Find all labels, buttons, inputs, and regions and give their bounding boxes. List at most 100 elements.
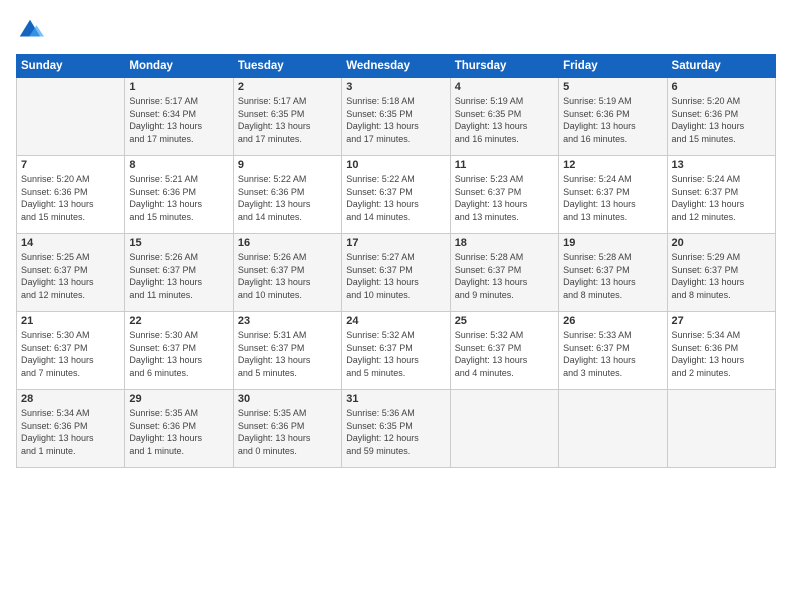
calendar-cell [17, 78, 125, 156]
weekday-header-cell: Tuesday [233, 55, 341, 78]
day-detail: Sunrise: 5:22 AM Sunset: 6:37 PM Dayligh… [346, 173, 445, 223]
day-number: 23 [238, 315, 337, 327]
calendar-cell: 29Sunrise: 5:35 AM Sunset: 6:36 PM Dayli… [125, 390, 233, 468]
calendar-week-row: 21 Sunrise: 5:30 AM Sunset: 6:37 PM Dayli… [17, 312, 776, 390]
calendar-cell: 5 Sunrise: 5:19 AM Sunset: 6:36 PM Daylig… [559, 78, 667, 156]
day-detail: Sunrise: 5:31 AM Sunset: 6:37 PM Dayligh… [238, 329, 337, 379]
day-detail: Sunrise: 5:32 AM Sunset: 6:37 PM Dayligh… [455, 329, 554, 379]
day-number: 13 [672, 159, 771, 171]
day-detail: Sunrise: 5:35 AM Sunset: 6:36 PM Dayligh… [238, 407, 337, 457]
day-number: 28 [21, 393, 120, 405]
day-detail: Sunrise: 5:34 AM Sunset: 6:36 PM Dayligh… [672, 329, 771, 379]
day-number: 18 [455, 237, 554, 249]
day-number: 24 [346, 315, 445, 327]
calendar-cell: 13Sunrise: 5:24 AM Sunset: 6:37 PM Dayli… [667, 156, 775, 234]
day-detail: Sunrise: 5:28 AM Sunset: 6:37 PM Dayligh… [455, 251, 554, 301]
day-detail: Sunrise: 5:30 AM Sunset: 6:37 PM Dayligh… [129, 329, 228, 379]
calendar-cell: 7 Sunrise: 5:20 AM Sunset: 6:36 PM Daylig… [17, 156, 125, 234]
day-detail: Sunrise: 5:18 AM Sunset: 6:35 PM Dayligh… [346, 95, 445, 145]
calendar-cell: 2Sunrise: 5:17 AM Sunset: 6:35 PM Daylig… [233, 78, 341, 156]
day-number: 3 [346, 81, 445, 93]
calendar-cell [559, 390, 667, 468]
day-detail: Sunrise: 5:34 AM Sunset: 6:36 PM Dayligh… [21, 407, 120, 457]
weekday-header-cell: Wednesday [342, 55, 450, 78]
day-number: 4 [455, 81, 554, 93]
day-detail: Sunrise: 5:32 AM Sunset: 6:37 PM Dayligh… [346, 329, 445, 379]
day-number: 26 [563, 315, 662, 327]
calendar-page: SundayMondayTuesdayWednesdayThursdayFrid… [0, 0, 792, 612]
calendar-cell [667, 390, 775, 468]
day-number: 14 [21, 237, 120, 249]
calendar-cell: 11 Sunrise: 5:23 AM Sunset: 6:37 PM Dayli… [450, 156, 558, 234]
day-detail: Sunrise: 5:20 AM Sunset: 6:36 PM Dayligh… [21, 173, 120, 223]
day-detail: Sunrise: 5:36 AM Sunset: 6:35 PM Dayligh… [346, 407, 445, 457]
weekday-header-cell: Monday [125, 55, 233, 78]
logo-icon [16, 16, 44, 44]
calendar-cell: 19 Sunrise: 5:28 AM Sunset: 6:37 PM Dayli… [559, 234, 667, 312]
day-number: 20 [672, 237, 771, 249]
calendar-cell: 6 Sunrise: 5:20 AM Sunset: 6:36 PM Daylig… [667, 78, 775, 156]
calendar-week-row: 14 Sunrise: 5:25 AM Sunset: 6:37 PM Dayli… [17, 234, 776, 312]
day-detail: Sunrise: 5:21 AM Sunset: 6:36 PM Dayligh… [129, 173, 228, 223]
day-number: 15 [129, 237, 228, 249]
calendar-cell: 21 Sunrise: 5:30 AM Sunset: 6:37 PM Dayli… [17, 312, 125, 390]
calendar-week-row: 28 Sunrise: 5:34 AM Sunset: 6:36 PM Dayli… [17, 390, 776, 468]
calendar-cell: 24 Sunrise: 5:32 AM Sunset: 6:37 PM Dayli… [342, 312, 450, 390]
weekday-header-cell: Friday [559, 55, 667, 78]
calendar-cell: 9 Sunrise: 5:22 AM Sunset: 6:36 PM Daylig… [233, 156, 341, 234]
weekday-header-row: SundayMondayTuesdayWednesdayThursdayFrid… [17, 55, 776, 78]
day-number: 27 [672, 315, 771, 327]
day-number: 7 [21, 159, 120, 171]
day-detail: Sunrise: 5:17 AM Sunset: 6:35 PM Dayligh… [238, 95, 337, 145]
day-detail: Sunrise: 5:26 AM Sunset: 6:37 PM Dayligh… [238, 251, 337, 301]
calendar-cell [450, 390, 558, 468]
calendar-cell: 30 Sunrise: 5:35 AM Sunset: 6:36 PM Dayli… [233, 390, 341, 468]
calendar-cell: 3 Sunrise: 5:18 AM Sunset: 6:35 PM Daylig… [342, 78, 450, 156]
day-detail: Sunrise: 5:30 AM Sunset: 6:37 PM Dayligh… [21, 329, 120, 379]
day-detail: Sunrise: 5:17 AM Sunset: 6:34 PM Dayligh… [129, 95, 228, 145]
day-detail: Sunrise: 5:19 AM Sunset: 6:36 PM Dayligh… [563, 95, 662, 145]
weekday-header-cell: Thursday [450, 55, 558, 78]
day-number: 29 [129, 393, 228, 405]
day-number: 31 [346, 393, 445, 405]
day-number: 6 [672, 81, 771, 93]
day-number: 8 [129, 159, 228, 171]
calendar-cell: 22Sunrise: 5:30 AM Sunset: 6:37 PM Dayli… [125, 312, 233, 390]
calendar-cell: 1 Sunrise: 5:17 AM Sunset: 6:34 PM Daylig… [125, 78, 233, 156]
day-detail: Sunrise: 5:27 AM Sunset: 6:37 PM Dayligh… [346, 251, 445, 301]
day-number: 5 [563, 81, 662, 93]
day-number: 19 [563, 237, 662, 249]
day-number: 9 [238, 159, 337, 171]
calendar-cell: 8 Sunrise: 5:21 AM Sunset: 6:36 PM Daylig… [125, 156, 233, 234]
day-number: 11 [455, 159, 554, 171]
calendar-cell: 28 Sunrise: 5:34 AM Sunset: 6:36 PM Dayli… [17, 390, 125, 468]
day-detail: Sunrise: 5:28 AM Sunset: 6:37 PM Dayligh… [563, 251, 662, 301]
day-number: 12 [563, 159, 662, 171]
calendar-week-row: 7 Sunrise: 5:20 AM Sunset: 6:36 PM Daylig… [17, 156, 776, 234]
day-detail: Sunrise: 5:24 AM Sunset: 6:37 PM Dayligh… [563, 173, 662, 223]
calendar-cell: 16Sunrise: 5:26 AM Sunset: 6:37 PM Dayli… [233, 234, 341, 312]
day-detail: Sunrise: 5:20 AM Sunset: 6:36 PM Dayligh… [672, 95, 771, 145]
day-number: 17 [346, 237, 445, 249]
calendar-cell: 31 Sunrise: 5:36 AM Sunset: 6:35 PM Dayli… [342, 390, 450, 468]
day-number: 21 [21, 315, 120, 327]
calendar-cell: 20Sunrise: 5:29 AM Sunset: 6:37 PM Dayli… [667, 234, 775, 312]
day-number: 1 [129, 81, 228, 93]
calendar-cell: 23 Sunrise: 5:31 AM Sunset: 6:37 PM Dayli… [233, 312, 341, 390]
weekday-header-cell: Sunday [17, 55, 125, 78]
calendar-cell: 12 Sunrise: 5:24 AM Sunset: 6:37 PM Dayli… [559, 156, 667, 234]
day-detail: Sunrise: 5:26 AM Sunset: 6:37 PM Dayligh… [129, 251, 228, 301]
day-number: 30 [238, 393, 337, 405]
day-detail: Sunrise: 5:23 AM Sunset: 6:37 PM Dayligh… [455, 173, 554, 223]
calendar-cell: 4Sunrise: 5:19 AM Sunset: 6:35 PM Daylig… [450, 78, 558, 156]
calendar-cell: 10Sunrise: 5:22 AM Sunset: 6:37 PM Dayli… [342, 156, 450, 234]
day-number: 25 [455, 315, 554, 327]
day-detail: Sunrise: 5:22 AM Sunset: 6:36 PM Dayligh… [238, 173, 337, 223]
day-detail: Sunrise: 5:33 AM Sunset: 6:37 PM Dayligh… [563, 329, 662, 379]
day-detail: Sunrise: 5:25 AM Sunset: 6:37 PM Dayligh… [21, 251, 120, 301]
calendar-cell: 26 Sunrise: 5:33 AM Sunset: 6:37 PM Dayli… [559, 312, 667, 390]
calendar-cell: 27 Sunrise: 5:34 AM Sunset: 6:36 PM Dayli… [667, 312, 775, 390]
calendar-cell: 15 Sunrise: 5:26 AM Sunset: 6:37 PM Dayli… [125, 234, 233, 312]
calendar-table: SundayMondayTuesdayWednesdayThursdayFrid… [16, 54, 776, 468]
calendar-body: 1 Sunrise: 5:17 AM Sunset: 6:34 PM Daylig… [17, 78, 776, 468]
